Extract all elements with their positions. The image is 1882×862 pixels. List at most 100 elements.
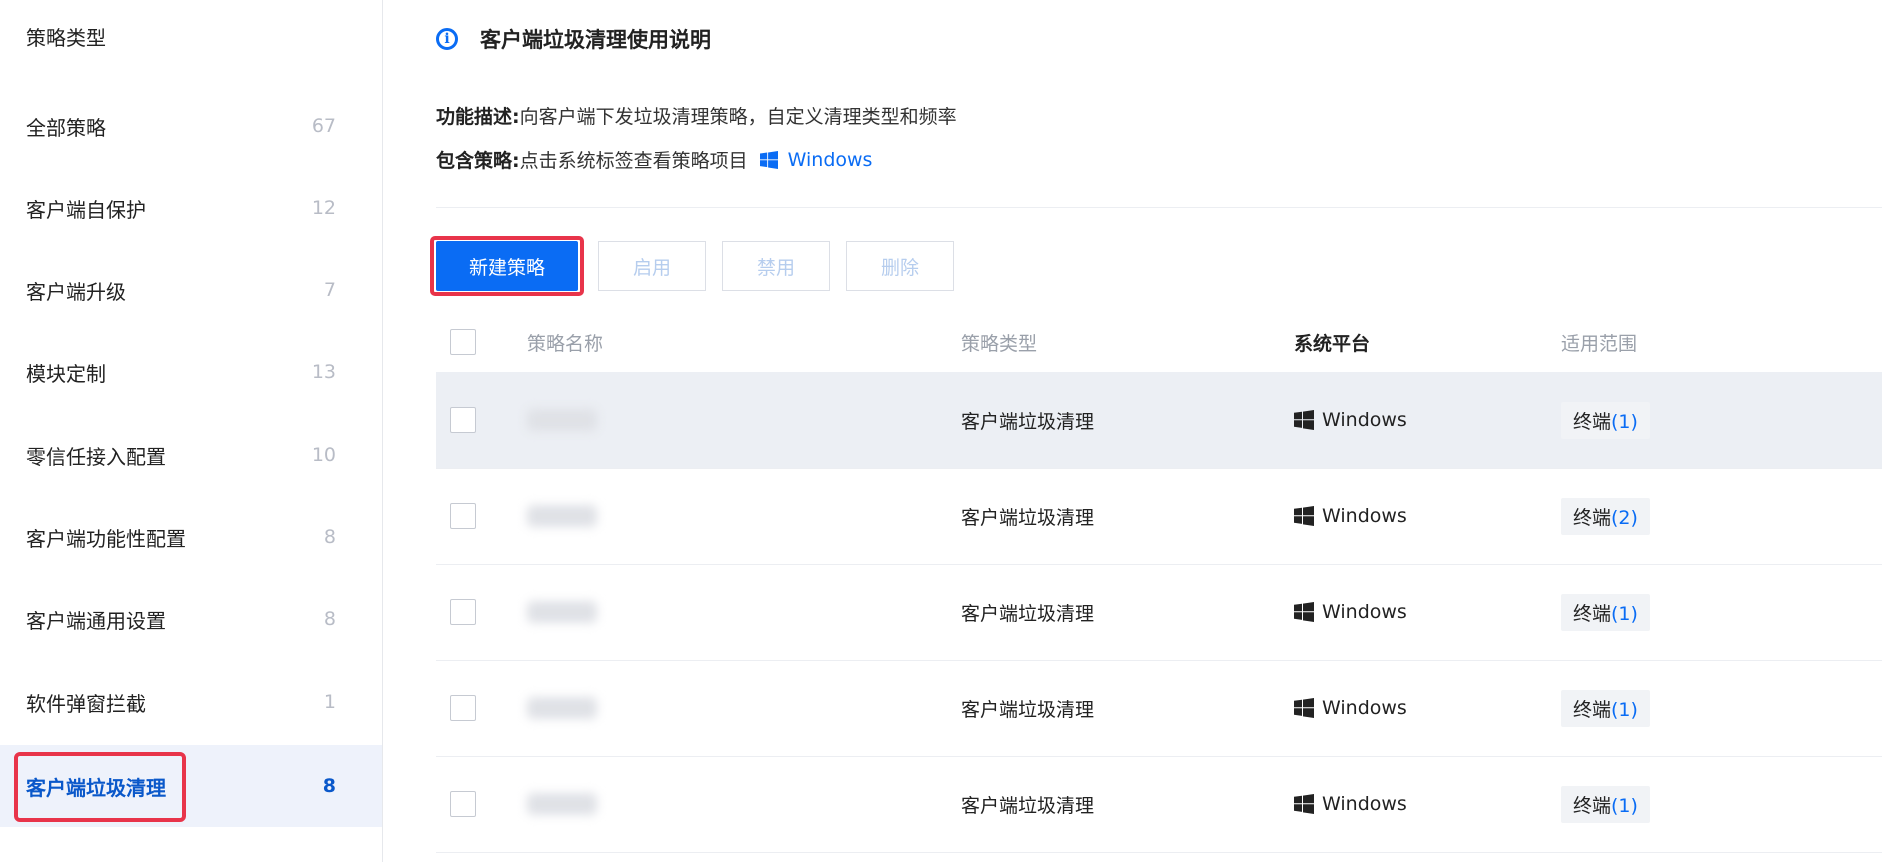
platform-label: Windows — [1322, 505, 1407, 527]
sidebar-item-count: 8 — [322, 775, 336, 797]
scope-cell: 终端(1) — [1561, 756, 1650, 852]
policy-type-cell: 客户端垃圾清理 — [961, 506, 1095, 529]
platform-cell: Windows — [1294, 372, 1407, 468]
sidebar-item-count: 8 — [323, 608, 336, 630]
include-value: 点击系统标签查看策略项目 — [519, 150, 748, 172]
sidebar-item-junk-clean[interactable]: 客户端垃圾清理 8 — [0, 745, 382, 827]
windows-link-label: Windows — [787, 148, 873, 171]
description-line: 功能描述: 向客户端下发垃圾清理策略，自定义清理类型和频率 — [436, 102, 957, 129]
table-row[interactable]: 客户端垃圾清理 Windows 终端(1) — [436, 660, 1882, 757]
description-value: 向客户端下发垃圾清理策略，自定义清理类型和频率 — [519, 106, 957, 128]
windows-icon — [1294, 794, 1314, 814]
platform-label: Windows — [1322, 793, 1407, 815]
policy-type-cell: 客户端垃圾清理 — [961, 794, 1095, 817]
row-checkbox[interactable] — [450, 695, 476, 721]
sidebar-item-label: 客户端通用设置 — [26, 608, 166, 633]
blurred-policy-name — [527, 601, 597, 623]
sidebar-item-label: 模块定制 — [26, 361, 106, 386]
windows-platform-link[interactable]: Windows — [759, 148, 873, 171]
row-checkbox[interactable] — [450, 503, 476, 529]
policy-name-cell[interactable] — [527, 372, 597, 468]
sidebar-item-label: 客户端功能性配置 — [26, 526, 186, 551]
scope-tag[interactable]: 终端(1) — [1561, 401, 1650, 439]
blurred-policy-name — [527, 409, 597, 431]
scope-label: 终端 — [1573, 410, 1612, 433]
header-platform[interactable]: 系统平台 — [1294, 312, 1380, 372]
blurred-policy-name — [527, 697, 597, 719]
platform-cell: Windows — [1294, 468, 1407, 564]
scope-tag[interactable]: 终端(1) — [1561, 689, 1650, 727]
scope-label: 终端 — [1573, 602, 1612, 625]
sidebar-item-upgrade[interactable]: 客户端升级 7 — [0, 249, 382, 331]
policy-name-cell[interactable] — [527, 660, 597, 756]
policy-type-cell: 客户端垃圾清理 — [961, 698, 1095, 721]
header-type[interactable]: 策略类型 — [961, 312, 1037, 372]
scope-label: 终端 — [1573, 794, 1612, 817]
platform-cell: Windows — [1294, 564, 1407, 660]
sidebar-item-all[interactable]: 全部策略 67 — [0, 85, 382, 167]
scope-count: (1) — [1611, 602, 1638, 625]
scope-tag[interactable]: 终端(1) — [1561, 785, 1650, 823]
select-all-checkbox[interactable] — [450, 329, 476, 355]
sidebar-item-module-custom[interactable]: 模块定制 13 — [0, 331, 382, 413]
policy-type-cell: 客户端垃圾清理 — [961, 602, 1095, 625]
platform-label: Windows — [1322, 601, 1407, 623]
page-title: 客户端垃圾清理使用说明 — [480, 28, 711, 52]
row-checkbox[interactable] — [450, 791, 476, 817]
sidebar-item-functional-config[interactable]: 客户端功能性配置 8 — [0, 496, 382, 578]
table-row[interactable]: 客户端垃圾清理 Windows 终端(1) — [436, 756, 1882, 853]
policy-name-cell[interactable] — [527, 564, 597, 660]
scope-label: 终端 — [1573, 506, 1612, 529]
sidebar: 策略类型 全部策略 67 客户端自保护 12 客户端升级 7 模块定制 13 零… — [0, 0, 383, 862]
header-scope[interactable]: 适用范围 — [1561, 312, 1637, 372]
row-select-cell — [436, 468, 496, 564]
disable-button[interactable]: 禁用 — [722, 241, 830, 291]
scope-tag[interactable]: 终端(2) — [1561, 497, 1650, 535]
scope-count: (2) — [1611, 506, 1638, 529]
table-row[interactable]: 客户端垃圾清理 Windows 终端(1) — [436, 372, 1882, 469]
platform-label: Windows — [1322, 697, 1407, 719]
scope-tag[interactable]: 终端(1) — [1561, 593, 1650, 631]
divider — [436, 207, 1882, 208]
main-panel: i 客户端垃圾清理使用说明 功能描述: 向客户端下发垃圾清理策略，自定义清理类型… — [398, 0, 1882, 862]
blurred-policy-name — [527, 793, 597, 815]
sidebar-item-count: 12 — [311, 197, 336, 219]
sidebar-item-label: 客户端自保护 — [26, 197, 146, 222]
scope-count: (1) — [1611, 410, 1638, 433]
enable-button[interactable]: 启用 — [598, 241, 706, 291]
sidebar-item-popup-block[interactable]: 软件弹窗拦截 1 — [0, 661, 382, 743]
sidebar-item-count: 8 — [323, 526, 336, 548]
row-select-cell — [436, 660, 496, 756]
row-select-cell — [436, 372, 496, 468]
platform-cell: Windows — [1294, 756, 1407, 852]
scope-cell: 终端(1) — [1561, 372, 1650, 468]
include-key: 包含策略: — [436, 150, 520, 172]
blurred-policy-name — [527, 505, 597, 527]
sidebar-item-count: 10 — [311, 444, 336, 466]
row-select-cell — [436, 756, 496, 852]
new-policy-button[interactable]: 新建策略 — [436, 241, 578, 291]
platform-label: Windows — [1322, 409, 1407, 431]
policy-name-cell[interactable] — [527, 468, 597, 564]
sidebar-item-count: 13 — [311, 361, 336, 383]
sidebar-item-general-settings[interactable]: 客户端通用设置 8 — [0, 578, 382, 660]
platform-cell: Windows — [1294, 660, 1407, 756]
policy-name-cell[interactable] — [527, 756, 597, 852]
row-select-cell — [436, 564, 496, 660]
policy-type-cell: 客户端垃圾清理 — [961, 410, 1095, 433]
windows-icon — [1294, 410, 1314, 430]
scope-label: 终端 — [1573, 698, 1612, 721]
table-row[interactable]: 客户端垃圾清理 Windows 终端(1) — [436, 564, 1882, 661]
info-icon: i — [436, 28, 458, 50]
table-row[interactable]: 客户端垃圾清理 Windows 终端(2) — [436, 468, 1882, 565]
delete-button[interactable]: 删除 — [846, 241, 954, 291]
sidebar-item-self-protect[interactable]: 客户端自保护 12 — [0, 167, 382, 249]
scope-cell: 终端(2) — [1561, 468, 1650, 564]
sidebar-item-zero-trust[interactable]: 零信任接入配置 10 — [0, 414, 382, 496]
sidebar-item-label: 零信任接入配置 — [26, 444, 166, 469]
row-checkbox[interactable] — [450, 407, 476, 433]
include-line: 包含策略: 点击系统标签查看策略项目 Windows — [436, 146, 872, 173]
header-name[interactable]: 策略名称 — [527, 312, 603, 372]
row-checkbox[interactable] — [450, 599, 476, 625]
sidebar-title: 策略类型 — [26, 26, 106, 50]
